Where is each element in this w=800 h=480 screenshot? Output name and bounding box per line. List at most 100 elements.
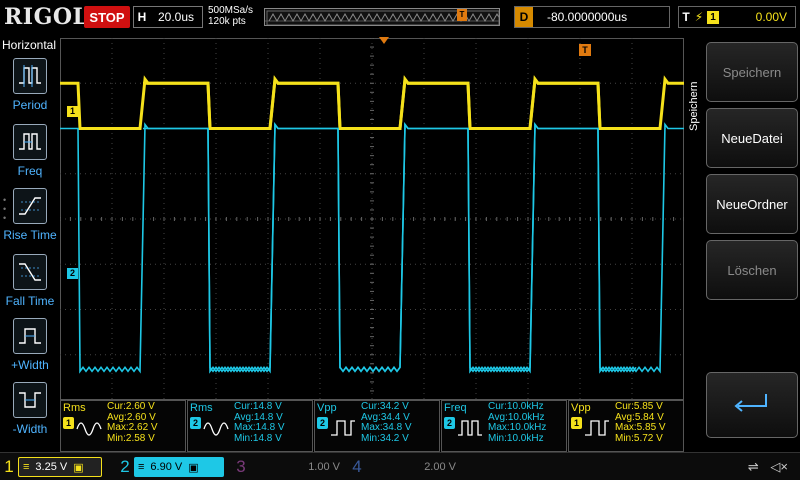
memory-overview-strip: T [264,8,500,26]
memory-depth: 120k pts [208,16,246,27]
channel-2-trace [60,122,637,374]
measurement-maximum: Max:14.8 V [234,422,285,433]
measurement-maximum: Max:10.0kHz [488,422,547,433]
top-status-bar: RIGOL STOP H 20.0us 500MSa/s 120k pts T … [0,0,800,36]
trigger-source: 1 [707,10,719,24]
channel-scale: 6.90 V [150,461,183,473]
waveform-grid [60,38,684,400]
measure-item-label: Fall Time [5,294,55,308]
return-button[interactable] [706,372,798,438]
measurement-current: Cur:10.0kHz [488,401,544,412]
measurement-maximum: Max:5.85 V [615,422,666,433]
channel-status-bar: 1 ≡ 3.25 V ▣ 2 ≡ 6.90 V ▣ 3 1.00 V 4 2.0… [0,452,800,480]
measurement-name: Rms [190,402,213,414]
measurement-box[interactable]: Vpp 2 Cur:34.2 V Avg:34.4 V Max:34.8 V Min:34… [314,400,440,452]
measure-item-negative-width[interactable]: -Width [0,382,60,436]
measurement-channel-badge: 1 [63,417,74,429]
bandwidth-limit-icon: ▣ [73,461,84,474]
measurement-channel-badge: 2 [190,417,201,429]
measure-item-positive-width[interactable]: +Width [0,318,60,372]
rms-icon [76,422,102,436]
measurement-current: Cur:34.2 V [361,401,409,412]
delay-key: D [515,7,533,27]
channel-number: 1 [4,457,14,476]
save-button[interactable]: Speichern [706,42,798,102]
bandwidth-limit-icon: ▣ [188,461,199,474]
measurement-box[interactable]: Vpp 1 Cur:5.85 V Avg:5.84 V Max:5.85 V Min:5.… [568,400,684,452]
vpp-icon [585,420,609,436]
measurement-minimum: Min:10.0kHz [488,432,544,444]
measurement-box[interactable]: Freq 2 Cur:10.0kHz Avg:10.0kHz Max:10.0kHz Mi… [441,400,567,452]
measurement-box[interactable]: Rms 1 Cur:2.60 V Avg:2.60 V Max:2.62 V Min:2.… [60,400,186,452]
dc-coupling-icon: ≡ [23,461,30,473]
frequency-icon [13,124,47,160]
measurement-channel-badge: 2 [444,417,455,429]
measurement-maximum: Max:34.8 V [361,422,412,433]
measure-item-period[interactable]: Period [0,58,60,112]
measurement-minimum: Min:14.8 V [234,432,282,444]
brand-logo: RIGOL [4,4,89,30]
usb-icon: ⇌ [747,459,759,474]
speaker-muted-icon: ◁× [770,459,788,474]
channel-2-trace [143,122,684,374]
menu-title: Speichern [688,81,700,131]
positive-width-icon [13,318,47,354]
run-stop-status[interactable]: STOP [84,6,130,28]
new-folder-button[interactable]: NeueOrdner [706,174,798,234]
channel-4-status[interactable]: 4 2.00 V [348,453,460,480]
channel-2-offset-marker[interactable]: 2 [67,268,78,279]
vpp-icon [331,420,355,436]
channel-3-status[interactable]: 3 1.00 V [232,453,344,480]
channel-number: 4 [352,457,362,476]
measurement-name: Rms [63,402,86,414]
horizontal-timebase-box[interactable]: H 20.0us [133,6,203,28]
measurement-box[interactable]: Rms 2 Cur:14.8 V Avg:14.8 V Max:14.8 V Min:14… [187,400,313,452]
trigger-level: 0.00V [755,10,787,24]
dc-coupling-icon: ≡ [138,461,145,473]
measurement-channel-badge: 2 [317,417,328,429]
delay-box[interactable]: D -80.0000000us [514,6,670,28]
sample-rate: 500MSa/s [208,5,254,16]
measurement-name: Vpp [571,402,591,414]
measurement-channel-badge: 1 [571,417,582,429]
measurement-minimum: Min:34.2 V [361,432,409,444]
return-arrow-icon [734,394,767,412]
channel-1-offset-marker[interactable]: 1 [67,106,78,117]
measurement-current: Cur:2.60 V [107,401,155,412]
measure-item-rise-time[interactable]: Rise Time [0,188,60,242]
trigger-box[interactable]: T ⚡ 1 0.00V [678,6,796,28]
measure-item-freq[interactable]: Freq [0,124,60,178]
trigger-t-marker-icon: T [579,44,591,56]
rms-icon [203,422,229,436]
horizontal-key: H [137,10,147,24]
timebase-value: 20.0us [158,10,195,24]
measurement-minimum: Min:2.58 V [107,432,155,444]
measurement-current: Cur:14.8 V [234,401,282,412]
channel-scale: 2.00 V [424,461,456,473]
oscilloscope-screen: RIGOL STOP H 20.0us 500MSa/s 120k pts T … [0,0,800,480]
trigger-time-marker-icon [379,37,389,44]
channel-scale: 3.25 V [35,461,68,473]
channel-1-trace [60,75,636,130]
channel-number: 3 [236,457,246,476]
measurement-maximum: Max:2.62 V [107,422,158,433]
measure-menu-panel: Horizontal • • • Period Freq Rise Time Fal… [0,36,60,452]
channel-1-trace [143,75,684,130]
channel-1-status[interactable]: 1 ≡ 3.25 V ▣ [0,453,102,480]
measure-item-label: Rise Time [3,228,57,242]
measure-item-label: +Width [11,358,49,372]
measurement-name: Freq [444,402,467,414]
negative-width-icon [13,382,47,418]
rising-edge-icon: ⚡ [694,10,704,24]
new-file-button[interactable]: NeueDatei [706,108,798,168]
period-icon [13,58,47,94]
measure-item-fall-time[interactable]: Fall Time [0,254,60,308]
measurement-current: Cur:5.85 V [615,401,663,412]
delete-button[interactable]: Löschen [706,240,798,300]
rise-time-icon [13,188,47,224]
measurement-name: Vpp [317,402,337,414]
acquisition-info: 500MSa/s 120k pts [208,5,253,27]
save-menu-panel: Speichern Speichern NeueDatei NeueOrdner… [684,36,800,440]
waveform-display[interactable] [60,38,684,400]
channel-2-status[interactable]: 2 ≡ 6.90 V ▣ [116,453,224,480]
